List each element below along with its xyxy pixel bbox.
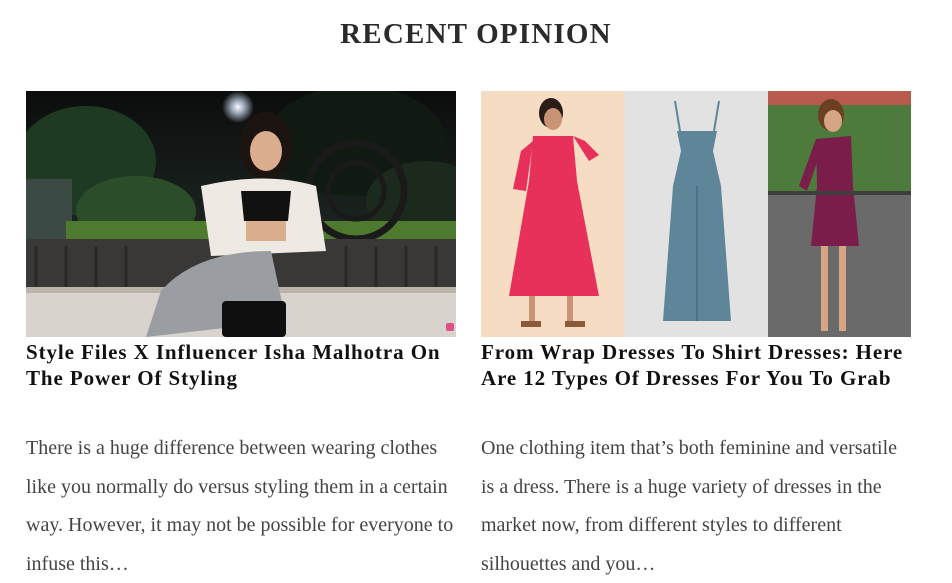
dress-collage-image <box>481 91 911 337</box>
article-title[interactable]: From Wrap Dresses To Shirt Dresses: Here… <box>481 337 911 391</box>
article-excerpt: There is a huge difference between weari… <box>26 437 454 575</box>
night-portrait-image <box>26 91 456 337</box>
article-excerpt: One clothing item that’s both feminine a… <box>481 437 898 575</box>
article-title[interactable]: Style Files X Influencer Isha Malhotra O… <box>26 337 456 391</box>
article-card-dress-types[interactable]: From Wrap Dresses To Shirt Dresses: Here… <box>481 91 911 575</box>
article-card-isha-malhotra[interactable]: Style Files X Influencer Isha Malhotra O… <box>26 91 456 575</box>
article-thumbnail[interactable] <box>26 91 456 337</box>
article-thumbnail[interactable] <box>481 91 911 337</box>
section-title: RECENT OPINION <box>340 18 612 50</box>
